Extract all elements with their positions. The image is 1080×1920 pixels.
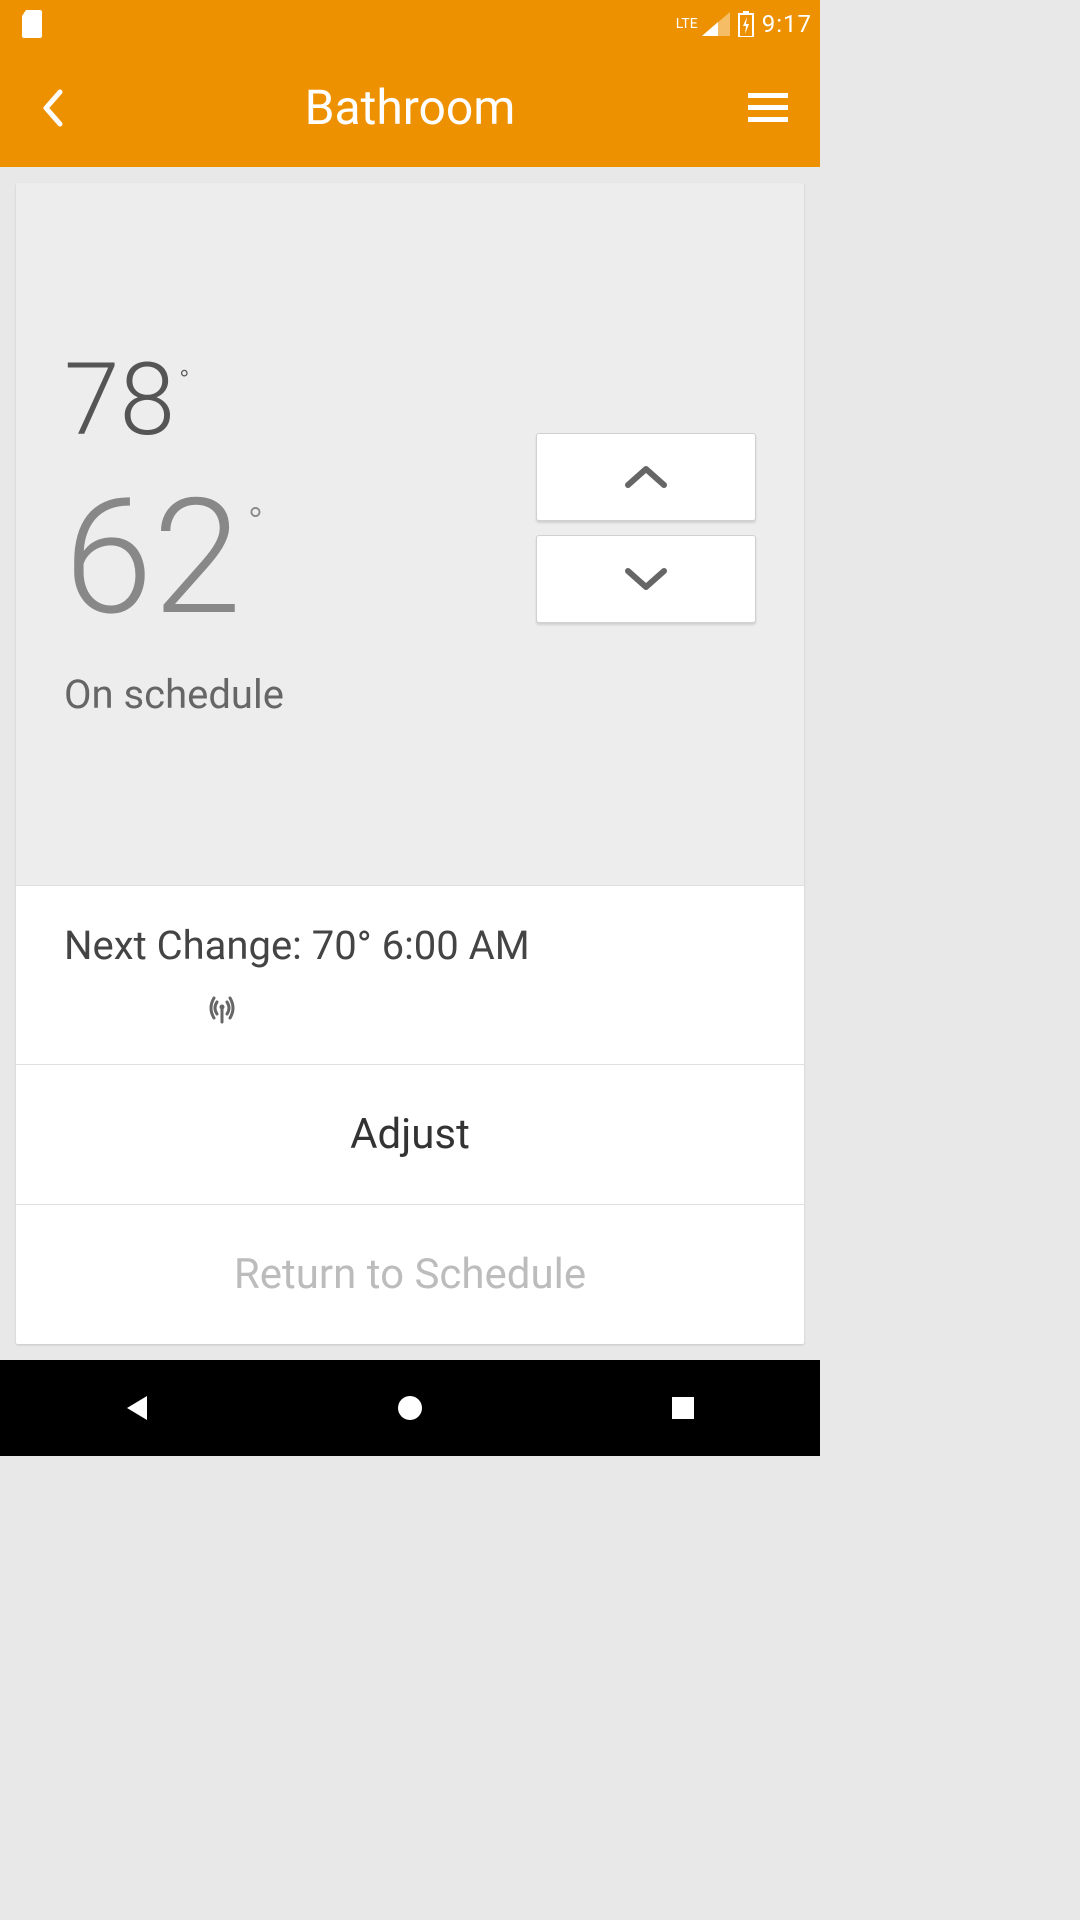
- thermostat-card: 78 ° 62 ° On schedule N: [16, 183, 804, 1344]
- clock-time: 9:17: [762, 10, 812, 38]
- ambient-value: 78: [64, 351, 175, 451]
- battery-charging-icon: [738, 11, 754, 37]
- return-to-schedule-button[interactable]: Return to Schedule: [16, 1204, 804, 1344]
- return-label: Return to Schedule: [234, 1250, 586, 1299]
- degree-symbol: °: [248, 503, 264, 545]
- next-change-text: Next Change: 70° 6:00 AM: [64, 922, 756, 969]
- temperature-panel: 78 ° 62 ° On schedule: [16, 183, 804, 885]
- content-area: 78 ° 62 ° On schedule N: [0, 167, 820, 1360]
- system-nav-bar: [0, 1360, 820, 1456]
- next-change-section: Next Change: 70° 6:00 AM: [16, 885, 804, 1064]
- chevron-down-icon: [622, 565, 670, 593]
- degree-symbol: °: [179, 367, 190, 395]
- temperature-stepper: [536, 433, 756, 623]
- page-title: Bathroom: [80, 79, 740, 136]
- chevron-up-icon: [622, 463, 670, 491]
- temp-up-button[interactable]: [536, 433, 756, 521]
- adjust-label: Adjust: [350, 1110, 470, 1159]
- back-button[interactable]: [24, 80, 80, 136]
- nav-recent-button[interactable]: [623, 1378, 743, 1438]
- network-label: LTE: [676, 16, 698, 32]
- temp-down-button[interactable]: [536, 535, 756, 623]
- setpoint-value: 62: [64, 479, 242, 639]
- menu-button[interactable]: [740, 80, 796, 136]
- adjust-button[interactable]: Adjust: [16, 1064, 804, 1204]
- signal-icon: [702, 12, 730, 36]
- signal-broadcast-icon: [204, 989, 240, 1036]
- status-bar: LTE 9:17: [0, 0, 820, 48]
- app-bar: Bathroom: [0, 48, 820, 168]
- sd-card-icon: [20, 10, 44, 38]
- nav-home-button[interactable]: [350, 1378, 470, 1438]
- schedule-status: On schedule: [64, 671, 756, 718]
- nav-back-button[interactable]: [77, 1378, 197, 1438]
